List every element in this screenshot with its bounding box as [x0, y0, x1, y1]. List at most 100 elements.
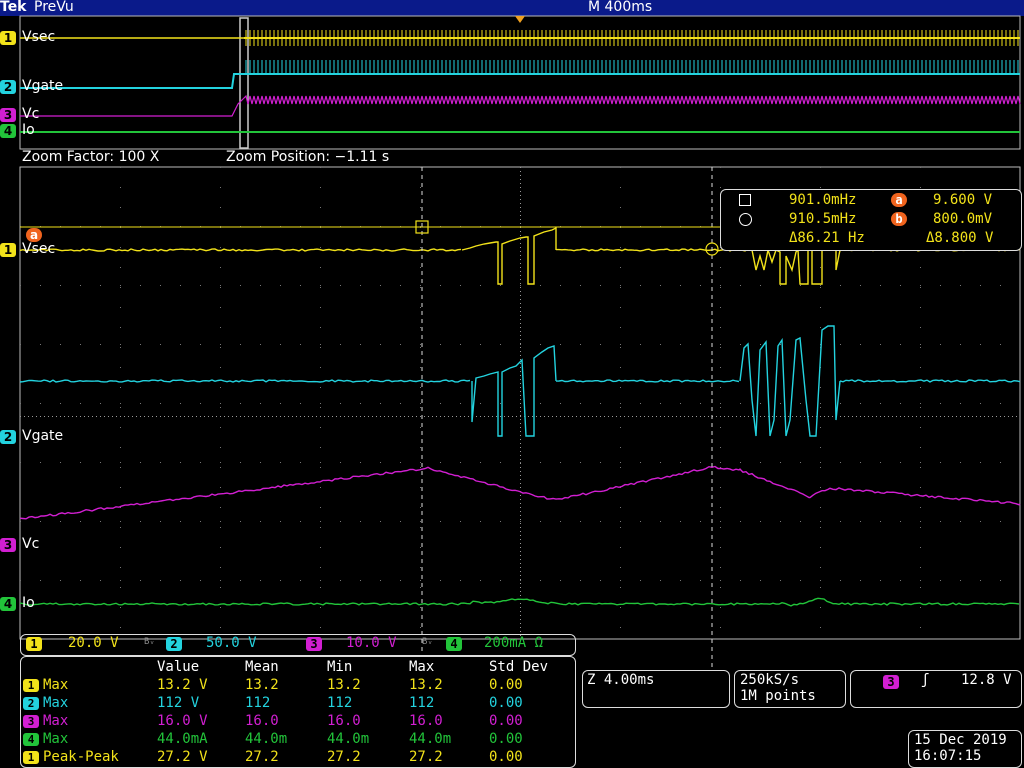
grid-dot: [720, 327, 721, 328]
grid-dot: [420, 527, 421, 528]
grid-dot: [920, 187, 921, 188]
center-tick: [520, 515, 521, 516]
grid-dot: [580, 521, 581, 522]
center-tick: [512, 416, 513, 417]
grid-dot: [720, 407, 721, 408]
meas-min: 112: [327, 694, 409, 712]
grid-dot: [160, 462, 161, 463]
cursor-readout-panel[interactable]: 901.0mHz a 9.600 V 910.5mHz b 800.0mV Δ8…: [720, 189, 1022, 251]
center-tick: [904, 416, 905, 417]
center-tick: [88, 416, 89, 417]
center-tick: [520, 271, 521, 272]
center-tick: [184, 416, 185, 417]
zoom-timebase-panel[interactable]: Z 4.00ms: [582, 670, 730, 708]
grid-dot: [560, 521, 561, 522]
center-tick: [520, 455, 521, 456]
center-tick: [520, 279, 521, 280]
grid-dot: [200, 580, 201, 581]
acquisition-panel[interactable]: 250kS/s 1M points: [734, 670, 846, 708]
grid-dot: [360, 285, 361, 286]
grid-dot: [720, 167, 721, 168]
measurement-panel[interactable]: Value Mean Min Max Std Dev 1 Max 13.2 V 1…: [20, 656, 576, 768]
zoom-ch3-trace: [20, 467, 1020, 519]
center-tick: [800, 416, 801, 417]
grid-dot: [900, 521, 901, 522]
grid-dot: [540, 462, 541, 463]
center-tick: [344, 416, 345, 417]
center-tick: [300, 416, 301, 417]
grid-dot: [280, 344, 281, 345]
grid-dot: [380, 462, 381, 463]
grid-dot: [1000, 521, 1001, 522]
grid-dot: [600, 521, 601, 522]
meas-mean: 13.2: [245, 676, 327, 694]
center-tick: [396, 416, 397, 417]
center-tick: [908, 416, 909, 417]
grid-dot: [820, 587, 821, 588]
grid-dot: [820, 607, 821, 608]
grid-dot: [600, 403, 601, 404]
center-tick: [520, 479, 521, 480]
measurement-row[interactable]: 1 Peak-Peak 27.2 V 27.2 27.2 27.2 0.00: [23, 748, 569, 766]
grid-dot: [260, 580, 261, 581]
center-tick: [520, 255, 521, 256]
grid-dot: [320, 507, 321, 508]
grid-dot: [340, 285, 341, 286]
bandwidth-limit-icon: Bᵥ: [422, 637, 433, 647]
center-tick: [896, 416, 897, 417]
center-tick: [520, 607, 521, 608]
ch2-scale-badge: 2: [166, 637, 182, 651]
center-tick: [484, 416, 485, 417]
center-tick: [856, 416, 857, 417]
cursor-a-badge: a: [891, 193, 907, 207]
reference-marker-a[interactable]: a: [26, 228, 42, 242]
grid-dot: [120, 587, 121, 588]
grid-dot: [20, 403, 21, 404]
grid-dot: [620, 287, 621, 288]
grid-dot: [840, 403, 841, 404]
grid-dot: [320, 462, 321, 463]
grid-dot: [620, 580, 621, 581]
center-tick: [780, 416, 781, 417]
grid-dot: [320, 567, 321, 568]
grid-dot: [840, 344, 841, 345]
center-tick: [520, 391, 521, 392]
grid-dot: [460, 580, 461, 581]
grid-dot: [420, 567, 421, 568]
grid-dot: [400, 521, 401, 522]
grid-dot: [820, 547, 821, 548]
trigger-panel[interactable]: 3 ʃ 12.8 V: [850, 670, 1022, 708]
center-tick: [424, 416, 425, 417]
center-tick: [284, 416, 285, 417]
center-tick: [732, 416, 733, 417]
measurement-row[interactable]: 2 Max 112 V 112 112 112 0.00: [23, 694, 569, 712]
grid-dot: [40, 344, 41, 345]
center-tick: [428, 416, 429, 417]
zoom-position: Zoom Position: −1.11 s: [226, 149, 389, 165]
grid-dot: [920, 487, 921, 488]
center-tick: [520, 471, 521, 472]
measurement-row[interactable]: 1 Max 13.2 V 13.2 13.2 13.2 0.00: [23, 676, 569, 694]
measurement-row[interactable]: 3 Max 16.0 V 16.0 16.0 16.0 0.00: [23, 712, 569, 730]
sample-rate: 250kS/s: [740, 672, 799, 688]
grid-dot: [920, 167, 921, 168]
grid-dot: [140, 580, 141, 581]
grid-dot: [920, 580, 921, 581]
grid-dot: [660, 344, 661, 345]
center-tick: [76, 416, 77, 417]
center-tick: [392, 416, 393, 417]
grid-dot: [160, 521, 161, 522]
grid-dot: [820, 285, 821, 286]
grid-dot: [60, 462, 61, 463]
center-tick: [40, 416, 41, 417]
grid-dot: [420, 462, 421, 463]
grid-dot: [540, 403, 541, 404]
grid-dot: [920, 367, 921, 368]
grid-dot: [640, 403, 641, 404]
center-tick: [852, 416, 853, 417]
grid-dot: [80, 403, 81, 404]
measurement-row[interactable]: 4 Max 44.0mA 44.0m 44.0m 44.0m 0.00: [23, 730, 569, 748]
center-tick: [388, 416, 389, 417]
center-tick: [848, 416, 849, 417]
ch4-scale-badge: 4: [446, 637, 462, 651]
